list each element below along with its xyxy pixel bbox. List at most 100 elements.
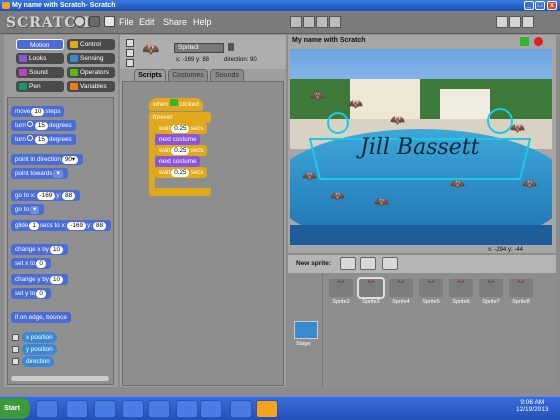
sprite-thumb-sprite2[interactable]: 🦇 Sprite2 (326, 277, 356, 311)
set-y-block[interactable]: set y to 0 (11, 288, 51, 299)
glide-block[interactable]: glide 1 secs to x: -169 y: 88 (11, 220, 111, 231)
bat-sprite-icon[interactable]: 🦇 (348, 97, 363, 111)
when-flag-clicked-block[interactable]: when clicked (149, 98, 203, 111)
change-x-block[interactable]: change x by 10 (11, 244, 68, 255)
taskbar-excel-icon[interactable] (148, 400, 170, 418)
category-pen[interactable]: Pen (16, 81, 64, 92)
paint-sprite-button[interactable] (340, 257, 356, 270)
bat-sprite-icon[interactable]: 🦇 (450, 177, 465, 191)
tab-sounds[interactable]: Sounds (210, 69, 244, 81)
stop-button[interactable] (534, 37, 543, 46)
globe-icon[interactable] (74, 16, 85, 27)
direction-checkbox[interactable] (12, 358, 19, 365)
move-steps-block[interactable]: move 10 steps (11, 106, 65, 117)
set-x-block[interactable]: set x to 0 (11, 258, 51, 269)
normal-stage-icon[interactable] (509, 16, 521, 28)
bat-sprite-icon[interactable]: 🦇 (302, 169, 317, 183)
sprite-thumb-sprite8[interactable]: 🦇 Sprite8 (506, 277, 536, 311)
direction-reporter[interactable]: direction (22, 356, 54, 367)
category-sound[interactable]: Sound (16, 67, 64, 78)
sprite-thumb-sprite3[interactable]: 🦇 Sprite3 (356, 277, 386, 311)
go-to-xy-block[interactable]: go to x: -169 y: 88 (11, 190, 81, 201)
sprite-thumb-sprite5[interactable]: 🦇 Sprite5 (416, 277, 446, 311)
category-sensing[interactable]: Sensing (67, 53, 115, 64)
save-icon[interactable] (89, 16, 100, 27)
tab-costumes[interactable]: Costumes (168, 69, 208, 81)
close-button[interactable]: x (547, 1, 557, 10)
minimize-button[interactable]: _ (524, 1, 534, 10)
taskbar-media-icon[interactable] (94, 400, 116, 418)
delete-tool-icon[interactable] (303, 16, 315, 28)
sprite-thumb-sprite6[interactable]: 🦇 Sprite6 (446, 277, 476, 311)
taskbar-ie-icon[interactable] (36, 400, 58, 418)
point-in-direction-block[interactable]: point in direction 90▾ (11, 154, 84, 165)
menu-edit[interactable]: Edit (139, 17, 155, 27)
turn-clockwise-block[interactable]: turn 15 degrees (11, 120, 76, 131)
presentation-mode-icon[interactable] (522, 16, 534, 28)
category-operators[interactable]: Operators (67, 67, 115, 78)
point-towards-block[interactable]: point towards ▾ (11, 168, 68, 179)
next-costume-block-1[interactable]: next costume (155, 134, 201, 145)
bat-sprite-icon[interactable]: 🦇 (522, 177, 537, 191)
x-position-checkbox[interactable] (12, 334, 19, 341)
bat-sprite-icon[interactable]: 🦇 (374, 195, 389, 209)
bat-sprite-icon[interactable]: 🦇 (510, 121, 525, 135)
lock-icon[interactable] (228, 43, 234, 51)
if-on-edge-bounce-block[interactable]: if on edge, bounce (11, 312, 71, 323)
category-control[interactable]: Control (67, 39, 115, 50)
next-costume-block-2[interactable]: next costume (155, 156, 201, 167)
project-title: My name with Scratch (292, 37, 366, 44)
category-variables[interactable]: Variables (67, 81, 115, 92)
y-position-reporter[interactable]: y position (22, 344, 57, 355)
forever-block[interactable]: forever (149, 112, 211, 123)
x-position-reporter[interactable]: x position (22, 332, 57, 343)
rotation-style-icon[interactable] (126, 39, 134, 47)
menu-share[interactable]: Share (163, 17, 187, 27)
wait-block-3[interactable]: wait 0.25 secs (155, 167, 208, 178)
sprite-coordinates: x: -169 y: 88 (176, 57, 210, 63)
sprite-thumb-sprite7[interactable]: 🦇 Sprite7 (476, 277, 506, 311)
sprite-thumb-sprite4[interactable]: 🦇 Sprite4 (386, 277, 416, 311)
category-looks[interactable]: Looks (16, 53, 64, 64)
no-rotate-icon[interactable] (126, 59, 134, 67)
sprite-list: New sprite: Stage 🦇 Sprite2 🦇 Sprite3 🦇 Spr… (288, 255, 556, 387)
bat-sprite-icon[interactable]: 🦇 (330, 189, 345, 203)
stage[interactable]: Jill Bassett 🦇 🦇 🦇 🦇 🦇 🦇 🦇 🦇 🦇 (290, 49, 552, 245)
taskbar-explorer-icon[interactable] (66, 400, 88, 418)
taskbar-user-icon[interactable] (176, 400, 198, 418)
menu-help[interactable]: Help (193, 17, 212, 27)
choose-sprite-button[interactable] (360, 257, 376, 270)
taskbar-powerpoint-icon[interactable] (200, 400, 222, 418)
flip-style-icon[interactable] (126, 49, 134, 57)
y-position-checkbox[interactable] (12, 346, 19, 353)
menu-file[interactable]: File (119, 17, 134, 27)
stage-pane: My name with Scratch Jill Bassett 🦇 🦇 🦇 … (288, 35, 556, 253)
shrink-tool-icon[interactable] (329, 16, 341, 28)
palette-scrollbar[interactable] (11, 376, 109, 381)
maximize-button[interactable]: □ (535, 1, 545, 10)
change-y-block[interactable]: change y by 10 (11, 274, 68, 285)
taskbar-scratch-icon[interactable] (256, 400, 278, 418)
share-icon[interactable] (104, 16, 115, 27)
stage-thumbnail[interactable] (294, 321, 318, 339)
turn-counterclockwise-block[interactable]: turn 15 degrees (11, 134, 76, 145)
sprite-name-field[interactable]: Sprite3 (174, 43, 224, 53)
scripts-area[interactable]: when clicked forever wait 0.25 secs next c… (122, 81, 284, 386)
duplicate-tool-icon[interactable] (290, 16, 302, 28)
stage-name-text: Jill Bassett (360, 135, 480, 160)
wait-block-1[interactable]: wait 0.25 secs (155, 123, 208, 134)
bat-sprite-icon[interactable]: 🦇 (310, 89, 325, 103)
category-motion[interactable]: Motion (16, 39, 64, 50)
grow-tool-icon[interactable] (316, 16, 328, 28)
taskbar-chrome-icon[interactable] (122, 400, 144, 418)
taskbar-word-icon[interactable] (230, 400, 252, 418)
small-stage-icon[interactable] (496, 16, 508, 28)
wait-block-2[interactable]: wait 0.25 secs (155, 145, 208, 156)
green-flag-button[interactable] (520, 37, 529, 46)
system-tray-icons[interactable] (452, 404, 502, 412)
random-sprite-button[interactable] (382, 257, 398, 270)
go-to-block[interactable]: go to ▾ (11, 204, 45, 215)
bat-sprite-icon[interactable]: 🦇 (390, 113, 405, 127)
start-button[interactable]: Start (0, 398, 30, 419)
tab-scripts[interactable]: Scripts (134, 69, 166, 81)
